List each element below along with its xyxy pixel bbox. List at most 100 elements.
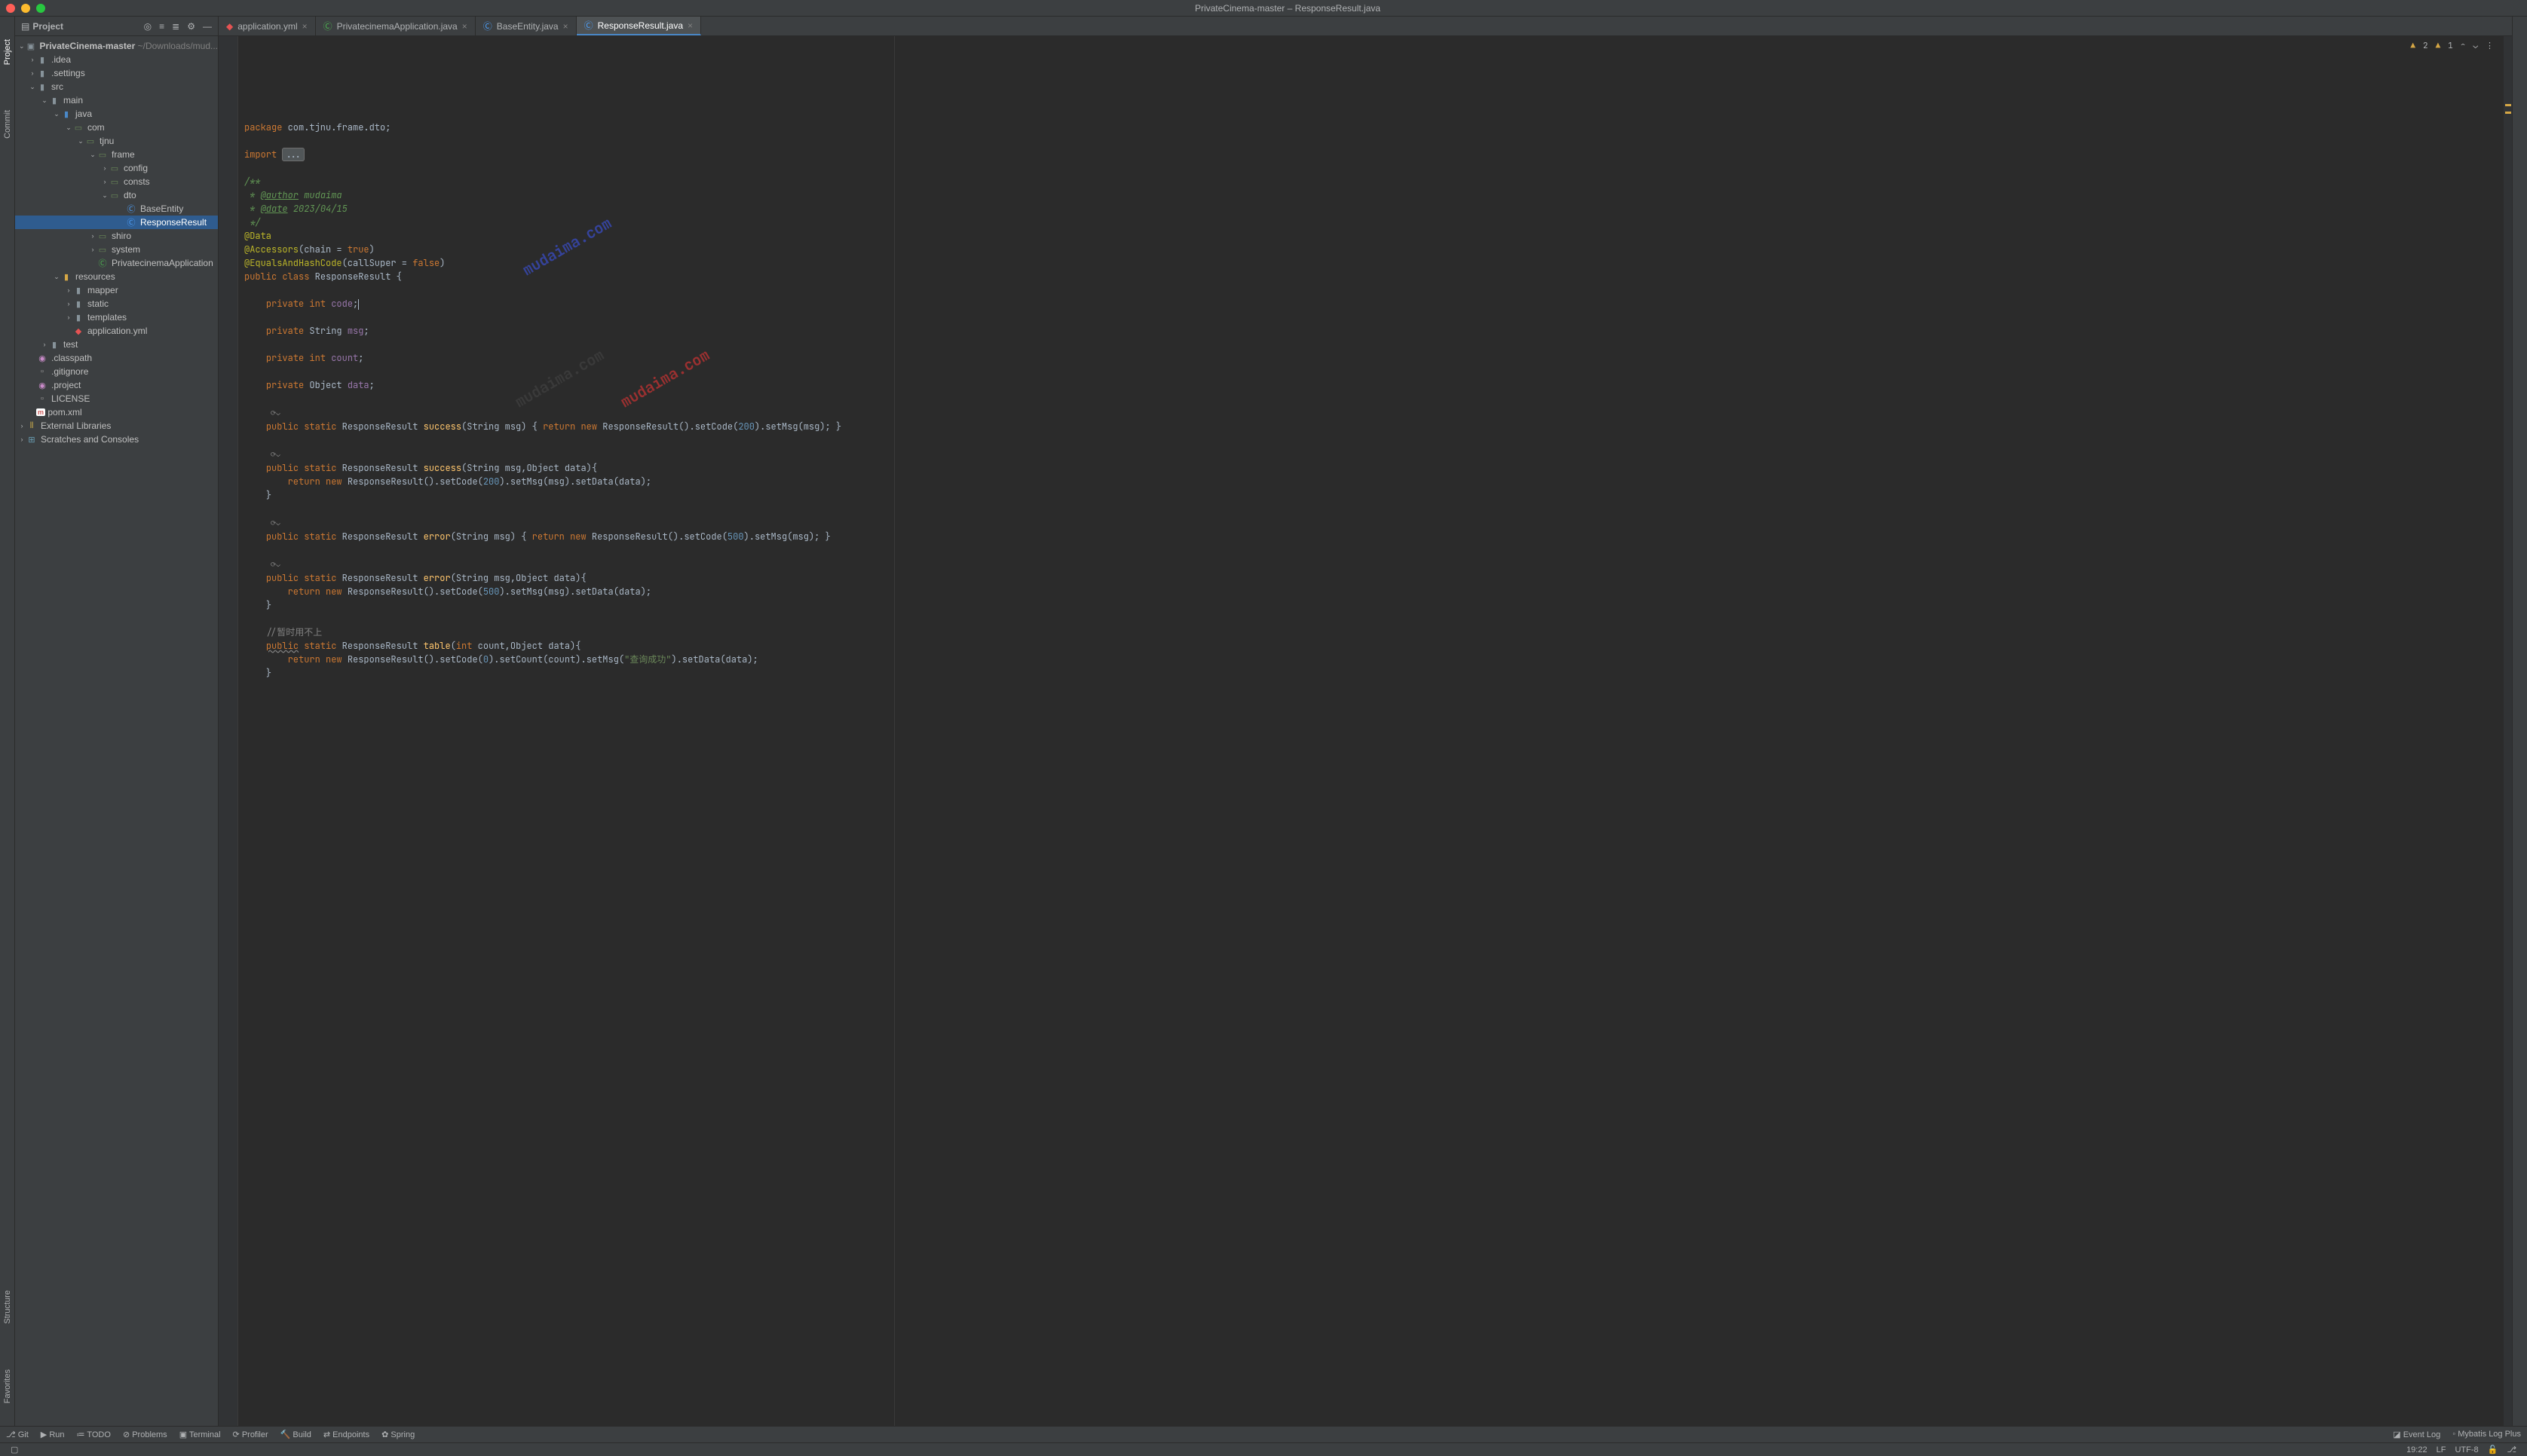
left-tool-rail: Project Commit Structure Favorites bbox=[0, 17, 15, 1426]
mybatis-log-tool[interactable]: ◦ Mybatis Log Plus bbox=[2452, 1430, 2521, 1439]
warning-icon: ▲ bbox=[2410, 39, 2415, 53]
tree-src[interactable]: ⌄▮src bbox=[15, 80, 218, 93]
vcs-icon[interactable]: ⎇ bbox=[2507, 1445, 2516, 1454]
tree-root[interactable]: ⌄▣PrivateCinema-master ~/Downloads/mud..… bbox=[15, 39, 218, 53]
spring-tool[interactable]: ✿ Spring bbox=[381, 1430, 415, 1439]
read-only-icon[interactable]: 🔓 bbox=[2488, 1445, 2498, 1454]
project-tool-button[interactable]: Project bbox=[3, 39, 12, 65]
window-title: PrivateCinema-master – ResponseResult.ja… bbox=[54, 3, 2521, 14]
profiler-tool[interactable]: ⟳ Profiler bbox=[233, 1430, 268, 1439]
status-bar: ▢ 19:22 LF UTF-8 🔓 ⎇ bbox=[0, 1442, 2527, 1456]
tree-scratches[interactable]: ›⊞Scratches and Consoles bbox=[15, 433, 218, 446]
tree-consts[interactable]: ›▭consts bbox=[15, 175, 218, 188]
tree-classpath[interactable]: ◉.classpath bbox=[15, 351, 218, 365]
close-icon[interactable]: × bbox=[302, 21, 308, 32]
tree-tjnu[interactable]: ⌄▭tjnu bbox=[15, 134, 218, 148]
more-icon[interactable]: ⋮ bbox=[2486, 39, 2494, 53]
close-window-button[interactable] bbox=[6, 4, 15, 13]
git-tool[interactable]: ⎇ Git bbox=[6, 1430, 29, 1439]
terminal-tool[interactable]: ▣ Terminal bbox=[179, 1430, 221, 1439]
tree-test[interactable]: ›▮test bbox=[15, 338, 218, 351]
watermark: mudaima.com bbox=[618, 347, 711, 409]
tab-label: ResponseResult.java bbox=[598, 20, 683, 31]
commit-tool-button[interactable]: Commit bbox=[3, 110, 12, 139]
tree-shiro[interactable]: ›▭shiro bbox=[15, 229, 218, 243]
bottom-tool-bar: ⎇ Git ▶ Run ≔ TODO ⊘ Problems ▣ Terminal… bbox=[0, 1426, 2527, 1442]
editor-body: ▲ 2 ▲ 1 ⌃ ⌄ ⋮ mudaima.com mudaima.com muda… bbox=[219, 36, 2512, 1426]
tree-mapper[interactable]: ›▮mapper bbox=[15, 283, 218, 297]
warning-count: 2 bbox=[2423, 39, 2428, 53]
endpoints-tool[interactable]: ⇄ Endpoints bbox=[323, 1430, 369, 1439]
tree-resources[interactable]: ⌄▮resources bbox=[15, 270, 218, 283]
tab-label: BaseEntity.java bbox=[497, 21, 559, 32]
maximize-window-button[interactable] bbox=[36, 4, 45, 13]
project-panel: ▤ Project ◎ ≡ ≣ ⚙ — ⌄▣PrivateCinema-mast… bbox=[15, 17, 219, 1426]
tree-pom[interactable]: m pom.xml bbox=[15, 405, 218, 419]
tree-ext-libs[interactable]: ›⫴External Libraries bbox=[15, 419, 218, 433]
window-titlebar: PrivateCinema-master – ResponseResult.ja… bbox=[0, 0, 2527, 17]
tree-license[interactable]: ▫LICENSE bbox=[15, 392, 218, 405]
event-log-tool[interactable]: ◪ Event Log bbox=[2393, 1430, 2440, 1439]
tree-app-yml[interactable]: ◆application.yml bbox=[15, 324, 218, 338]
inspection-indicators[interactable]: ▲ 2 ▲ 1 ⌃ ⌄ ⋮ bbox=[2410, 39, 2494, 53]
problems-tool[interactable]: ⊘ Problems bbox=[123, 1430, 167, 1439]
tree-app-class[interactable]: ⒸPrivatecinemaApplication bbox=[15, 256, 218, 270]
tab-baseentity[interactable]: ⒸBaseEntity.java× bbox=[476, 17, 577, 35]
window-controls bbox=[6, 4, 45, 13]
project-panel-title: Project bbox=[32, 21, 143, 32]
build-tool[interactable]: 🔨 Build bbox=[280, 1430, 311, 1439]
structure-tool-button[interactable]: Structure bbox=[3, 1290, 12, 1324]
todo-tool[interactable]: ≔ TODO bbox=[77, 1430, 111, 1439]
tree-com[interactable]: ⌄▭com bbox=[15, 121, 218, 134]
tree-system[interactable]: ›▭system bbox=[15, 243, 218, 256]
warning-icon: ▲ bbox=[2436, 39, 2441, 53]
tree-templates[interactable]: ›▮templates bbox=[15, 310, 218, 324]
editor-marker-bar[interactable] bbox=[2503, 36, 2512, 1426]
project-icon: ▤ bbox=[21, 21, 29, 32]
tab-responseresult[interactable]: ⒸResponseResult.java× bbox=[577, 17, 701, 35]
close-icon[interactable]: × bbox=[462, 21, 467, 32]
tab-application-yml[interactable]: ◆application.yml× bbox=[219, 17, 316, 35]
editor-area: ◆application.yml× ⒸPrivatecinemaApplicat… bbox=[219, 17, 2512, 1426]
project-tree[interactable]: ⌄▣PrivateCinema-master ~/Downloads/mud..… bbox=[15, 36, 218, 1426]
expand-all-icon[interactable]: ≡ bbox=[159, 21, 164, 32]
tree-static[interactable]: ›▮static bbox=[15, 297, 218, 310]
tree-gitignore[interactable]: ▫.gitignore bbox=[15, 365, 218, 378]
main-area: Project Commit Structure Favorites ▤ Pro… bbox=[0, 17, 2527, 1426]
nav-up-icon[interactable]: ⌃ bbox=[2461, 39, 2466, 53]
tree-config[interactable]: ›▭config bbox=[15, 161, 218, 175]
tab-label: application.yml bbox=[237, 21, 297, 32]
project-panel-header: ▤ Project ◎ ≡ ≣ ⚙ — bbox=[15, 17, 218, 36]
watermark: mudaima.com bbox=[513, 347, 605, 409]
tree-baseentity[interactable]: ⒸBaseEntity bbox=[15, 202, 218, 216]
code-editor[interactable]: ▲ 2 ▲ 1 ⌃ ⌄ ⋮ mudaima.com mudaima.com muda… bbox=[238, 36, 2503, 1426]
status-tool-icon[interactable]: ▢ bbox=[11, 1445, 18, 1454]
close-icon[interactable]: × bbox=[688, 20, 693, 31]
minimize-window-button[interactable] bbox=[21, 4, 30, 13]
tree-project[interactable]: ◉.project bbox=[15, 378, 218, 392]
close-icon[interactable]: × bbox=[563, 21, 568, 32]
hide-panel-icon[interactable]: — bbox=[203, 21, 212, 32]
tree-settings[interactable]: ›▮.settings bbox=[15, 66, 218, 80]
line-separator[interactable]: LF bbox=[2437, 1445, 2446, 1454]
editor-gutter[interactable] bbox=[219, 36, 238, 1426]
encoding[interactable]: UTF-8 bbox=[2455, 1445, 2478, 1454]
editor-tabs: ◆application.yml× ⒸPrivatecinemaApplicat… bbox=[219, 17, 2512, 36]
caret-position[interactable]: 19:22 bbox=[2406, 1445, 2427, 1454]
tree-main[interactable]: ⌄▮main bbox=[15, 93, 218, 107]
run-tool[interactable]: ▶ Run bbox=[41, 1430, 65, 1439]
tree-java[interactable]: ⌄▮java bbox=[15, 107, 218, 121]
nav-down-icon[interactable]: ⌄ bbox=[2473, 39, 2478, 53]
select-opened-file-icon[interactable]: ◎ bbox=[144, 21, 152, 32]
tree-idea[interactable]: ›▮.idea bbox=[15, 53, 218, 66]
warning-count: 1 bbox=[2448, 39, 2453, 53]
settings-icon[interactable]: ⚙ bbox=[187, 21, 195, 32]
tree-frame[interactable]: ⌄▭frame bbox=[15, 148, 218, 161]
watermark: mudaima.com bbox=[520, 216, 613, 277]
collapse-all-icon[interactable]: ≣ bbox=[172, 21, 179, 32]
tree-responseresult[interactable]: ⒸResponseResult bbox=[15, 216, 218, 229]
tab-application-java[interactable]: ⒸPrivatecinemaApplication.java× bbox=[316, 17, 476, 35]
column-guide bbox=[894, 36, 895, 1426]
tree-dto[interactable]: ⌄▭dto bbox=[15, 188, 218, 202]
favorites-tool-button[interactable]: Favorites bbox=[3, 1369, 12, 1403]
